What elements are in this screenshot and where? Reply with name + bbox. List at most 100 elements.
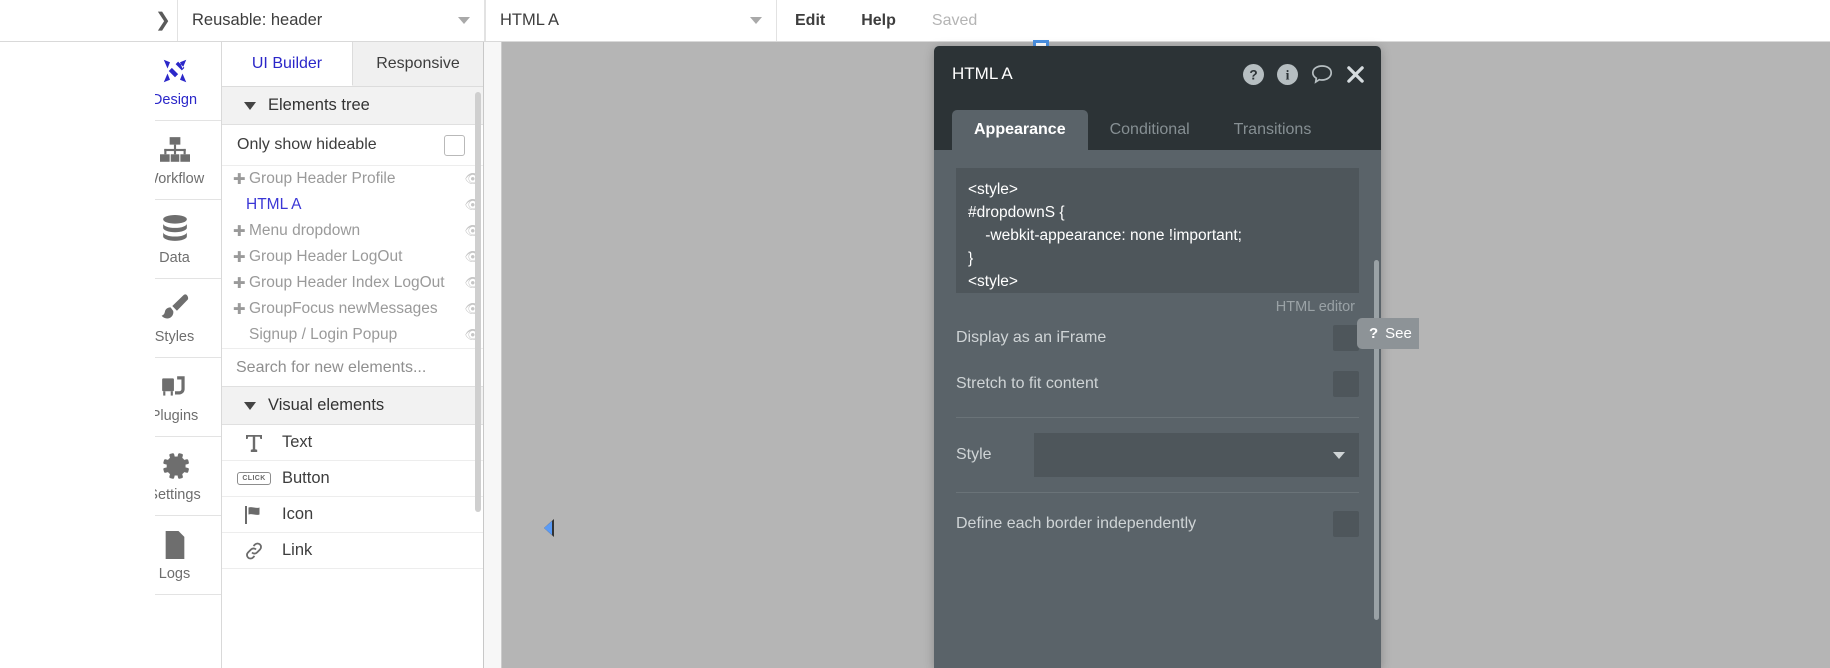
palette-item-text[interactable]: Text [222, 425, 483, 461]
button-icon-chip: CLICK [237, 472, 271, 485]
brush-icon [160, 291, 190, 325]
style-dropdown[interactable] [1034, 433, 1359, 477]
saved-status: Saved [931, 11, 978, 29]
define-each-border-checkbox[interactable] [1333, 511, 1359, 537]
tree-item-html-a[interactable]: HTML A 👁 [222, 192, 483, 218]
tree-item-label: Menu dropdown [249, 222, 361, 239]
only-show-hideable-row[interactable]: Only show hideable [222, 125, 483, 166]
expand-plus-icon[interactable]: ✚ [233, 276, 246, 291]
search-new-elements-input[interactable]: Search for new elements... [222, 348, 483, 387]
visual-elements-title: Visual elements [268, 396, 385, 414]
palette-item-label: Button [282, 469, 330, 487]
help-menu[interactable]: Help [843, 0, 914, 41]
define-each-border-label: Define each border independently [956, 515, 1197, 532]
page-selector[interactable]: Reusable: header [177, 0, 485, 41]
element-selector-value: HTML A [500, 11, 559, 29]
sidebar-item-label: Logs [158, 566, 191, 582]
display-as-iframe-label: Display as an iFrame [956, 329, 1107, 346]
sidebar-item-label: Plugins [155, 408, 199, 424]
property-editor-panel: HTML A ? i Appearance Conditional Transi… [934, 46, 1381, 668]
close-icon[interactable] [1346, 65, 1365, 84]
tree-item-groupfocus-newmessages[interactable]: ✚ GroupFocus newMessages 👁 [222, 296, 483, 322]
tree-item-label: Signup / Login Popup [249, 326, 398, 343]
tree-item-label: Group Header Profile [249, 170, 396, 187]
info-circle-icon[interactable]: i [1277, 63, 1298, 85]
tree-item-label: Group Header Index LogOut [249, 274, 445, 291]
question-mark-icon: ? [1369, 325, 1379, 342]
sidebar-item-design[interactable]: Design [155, 42, 221, 121]
stretch-to-fit-label: Stretch to fit content [956, 375, 1099, 392]
palette-item-icon[interactable]: Icon [222, 497, 483, 533]
tree-item-group-header-logout[interactable]: ✚ Group Header LogOut 👁 [222, 244, 483, 270]
sidebar-item-data[interactable]: Data [155, 200, 221, 279]
expand-plus-icon[interactable]: ✚ [233, 250, 246, 265]
triangle-down-icon [244, 401, 256, 410]
collapse-left-arrow-icon[interactable] [544, 519, 554, 537]
sidebar-item-plugins[interactable]: Plugins [155, 358, 221, 437]
sidebar-item-label: Settings [155, 487, 201, 503]
define-each-border-row[interactable]: Define each border independently [956, 501, 1359, 547]
palette-item-label: Text [282, 433, 313, 451]
html-editor-caption: HTML editor [1275, 299, 1355, 315]
display-as-iframe-row[interactable]: Display as an iFrame [956, 315, 1359, 361]
sidebar-item-styles[interactable]: Styles [155, 279, 221, 358]
elements-panel: UI Builder Responsive Elements tree Only… [222, 42, 484, 668]
expand-plus-icon[interactable]: ✚ [233, 302, 246, 317]
tab-ui-builder[interactable]: UI Builder [222, 42, 353, 86]
svg-text:?: ? [1249, 67, 1257, 82]
comment-icon[interactable] [1311, 64, 1333, 85]
tab-transitions[interactable]: Transitions [1212, 110, 1334, 150]
only-show-hideable-checkbox[interactable] [444, 134, 465, 156]
top-toolbar: ❯ Reusable: header HTML A Edit Help Save… [0, 0, 1830, 42]
tab-responsive[interactable]: Responsive [353, 42, 483, 86]
database-icon [162, 212, 188, 246]
palette-item-link[interactable]: Link [222, 533, 483, 569]
element-selector[interactable]: HTML A [485, 0, 777, 41]
canvas-left-gutter [484, 42, 502, 668]
edit-menu[interactable]: Edit [777, 0, 843, 41]
tree-item-group-header-index-logout[interactable]: ✚ Group Header Index LogOut 👁 [222, 270, 483, 296]
workflow-icon [159, 133, 190, 167]
tree-item-label: Group Header LogOut [249, 248, 403, 265]
help-side-tab[interactable]: ? See [1357, 318, 1419, 349]
tree-item-signup-login-popup[interactable]: Signup / Login Popup 👁 [222, 322, 483, 348]
svg-text:i: i [1286, 67, 1290, 82]
expand-plus-icon[interactable]: ✚ [233, 224, 246, 239]
html-code-editor[interactable]: <style> #dropdownS { -webkit-appearance:… [956, 168, 1359, 293]
tree-item-group-header-profile[interactable]: ✚ Group Header Profile 👁 [222, 166, 483, 192]
style-row: Style [956, 418, 1359, 492]
back-arrow-icon[interactable]: ❯ [155, 0, 177, 41]
palette-item-button[interactable]: CLICK Button [222, 461, 483, 497]
tab-appearance[interactable]: Appearance [952, 110, 1088, 150]
help-circle-icon[interactable]: ? [1243, 63, 1264, 85]
visual-elements-header[interactable]: Visual elements [222, 387, 483, 425]
bubble-editor-window: ❯ Reusable: header HTML A Edit Help Save… [0, 0, 1830, 668]
stretch-to-fit-checkbox[interactable] [1333, 371, 1359, 397]
stretch-to-fit-row[interactable]: Stretch to fit content [956, 361, 1359, 407]
sidebar-item-workflow[interactable]: Workflow [155, 121, 221, 200]
chevron-down-icon [458, 17, 470, 24]
expand-plus-icon[interactable]: ✚ [233, 172, 246, 187]
sidebar-item-logs[interactable]: Logs [155, 516, 221, 595]
tree-item-label: GroupFocus newMessages [249, 300, 438, 317]
elements-tree-title: Elements tree [268, 96, 370, 114]
elements-tree-header[interactable]: Elements tree [222, 87, 483, 125]
property-panel-header: HTML A ? i [934, 46, 1381, 102]
sidebar-item-label: Design [155, 92, 198, 108]
only-show-hideable-label: Only show hideable [237, 136, 377, 153]
left-nav-rail: Design Workflow [155, 42, 222, 668]
page-selector-value: Reusable: header [192, 11, 323, 29]
flag-icon [239, 505, 269, 524]
tree-item-label: HTML A [246, 196, 302, 213]
property-panel-title: HTML A [952, 64, 1013, 83]
display-as-iframe-checkbox[interactable] [1333, 325, 1359, 351]
property-panel-scrollbar[interactable] [1374, 260, 1379, 620]
elements-panel-scrollbar[interactable] [475, 92, 481, 512]
tree-item-menu-dropdown[interactable]: ✚ Menu dropdown 👁 [222, 218, 483, 244]
tab-conditional[interactable]: Conditional [1088, 110, 1212, 150]
sidebar-item-settings[interactable]: Settings [155, 437, 221, 516]
help-side-tab-label: See [1385, 325, 1412, 342]
property-panel-tabs: Appearance Conditional Transitions [934, 102, 1381, 150]
design-icon [160, 54, 190, 88]
text-icon [239, 434, 269, 452]
